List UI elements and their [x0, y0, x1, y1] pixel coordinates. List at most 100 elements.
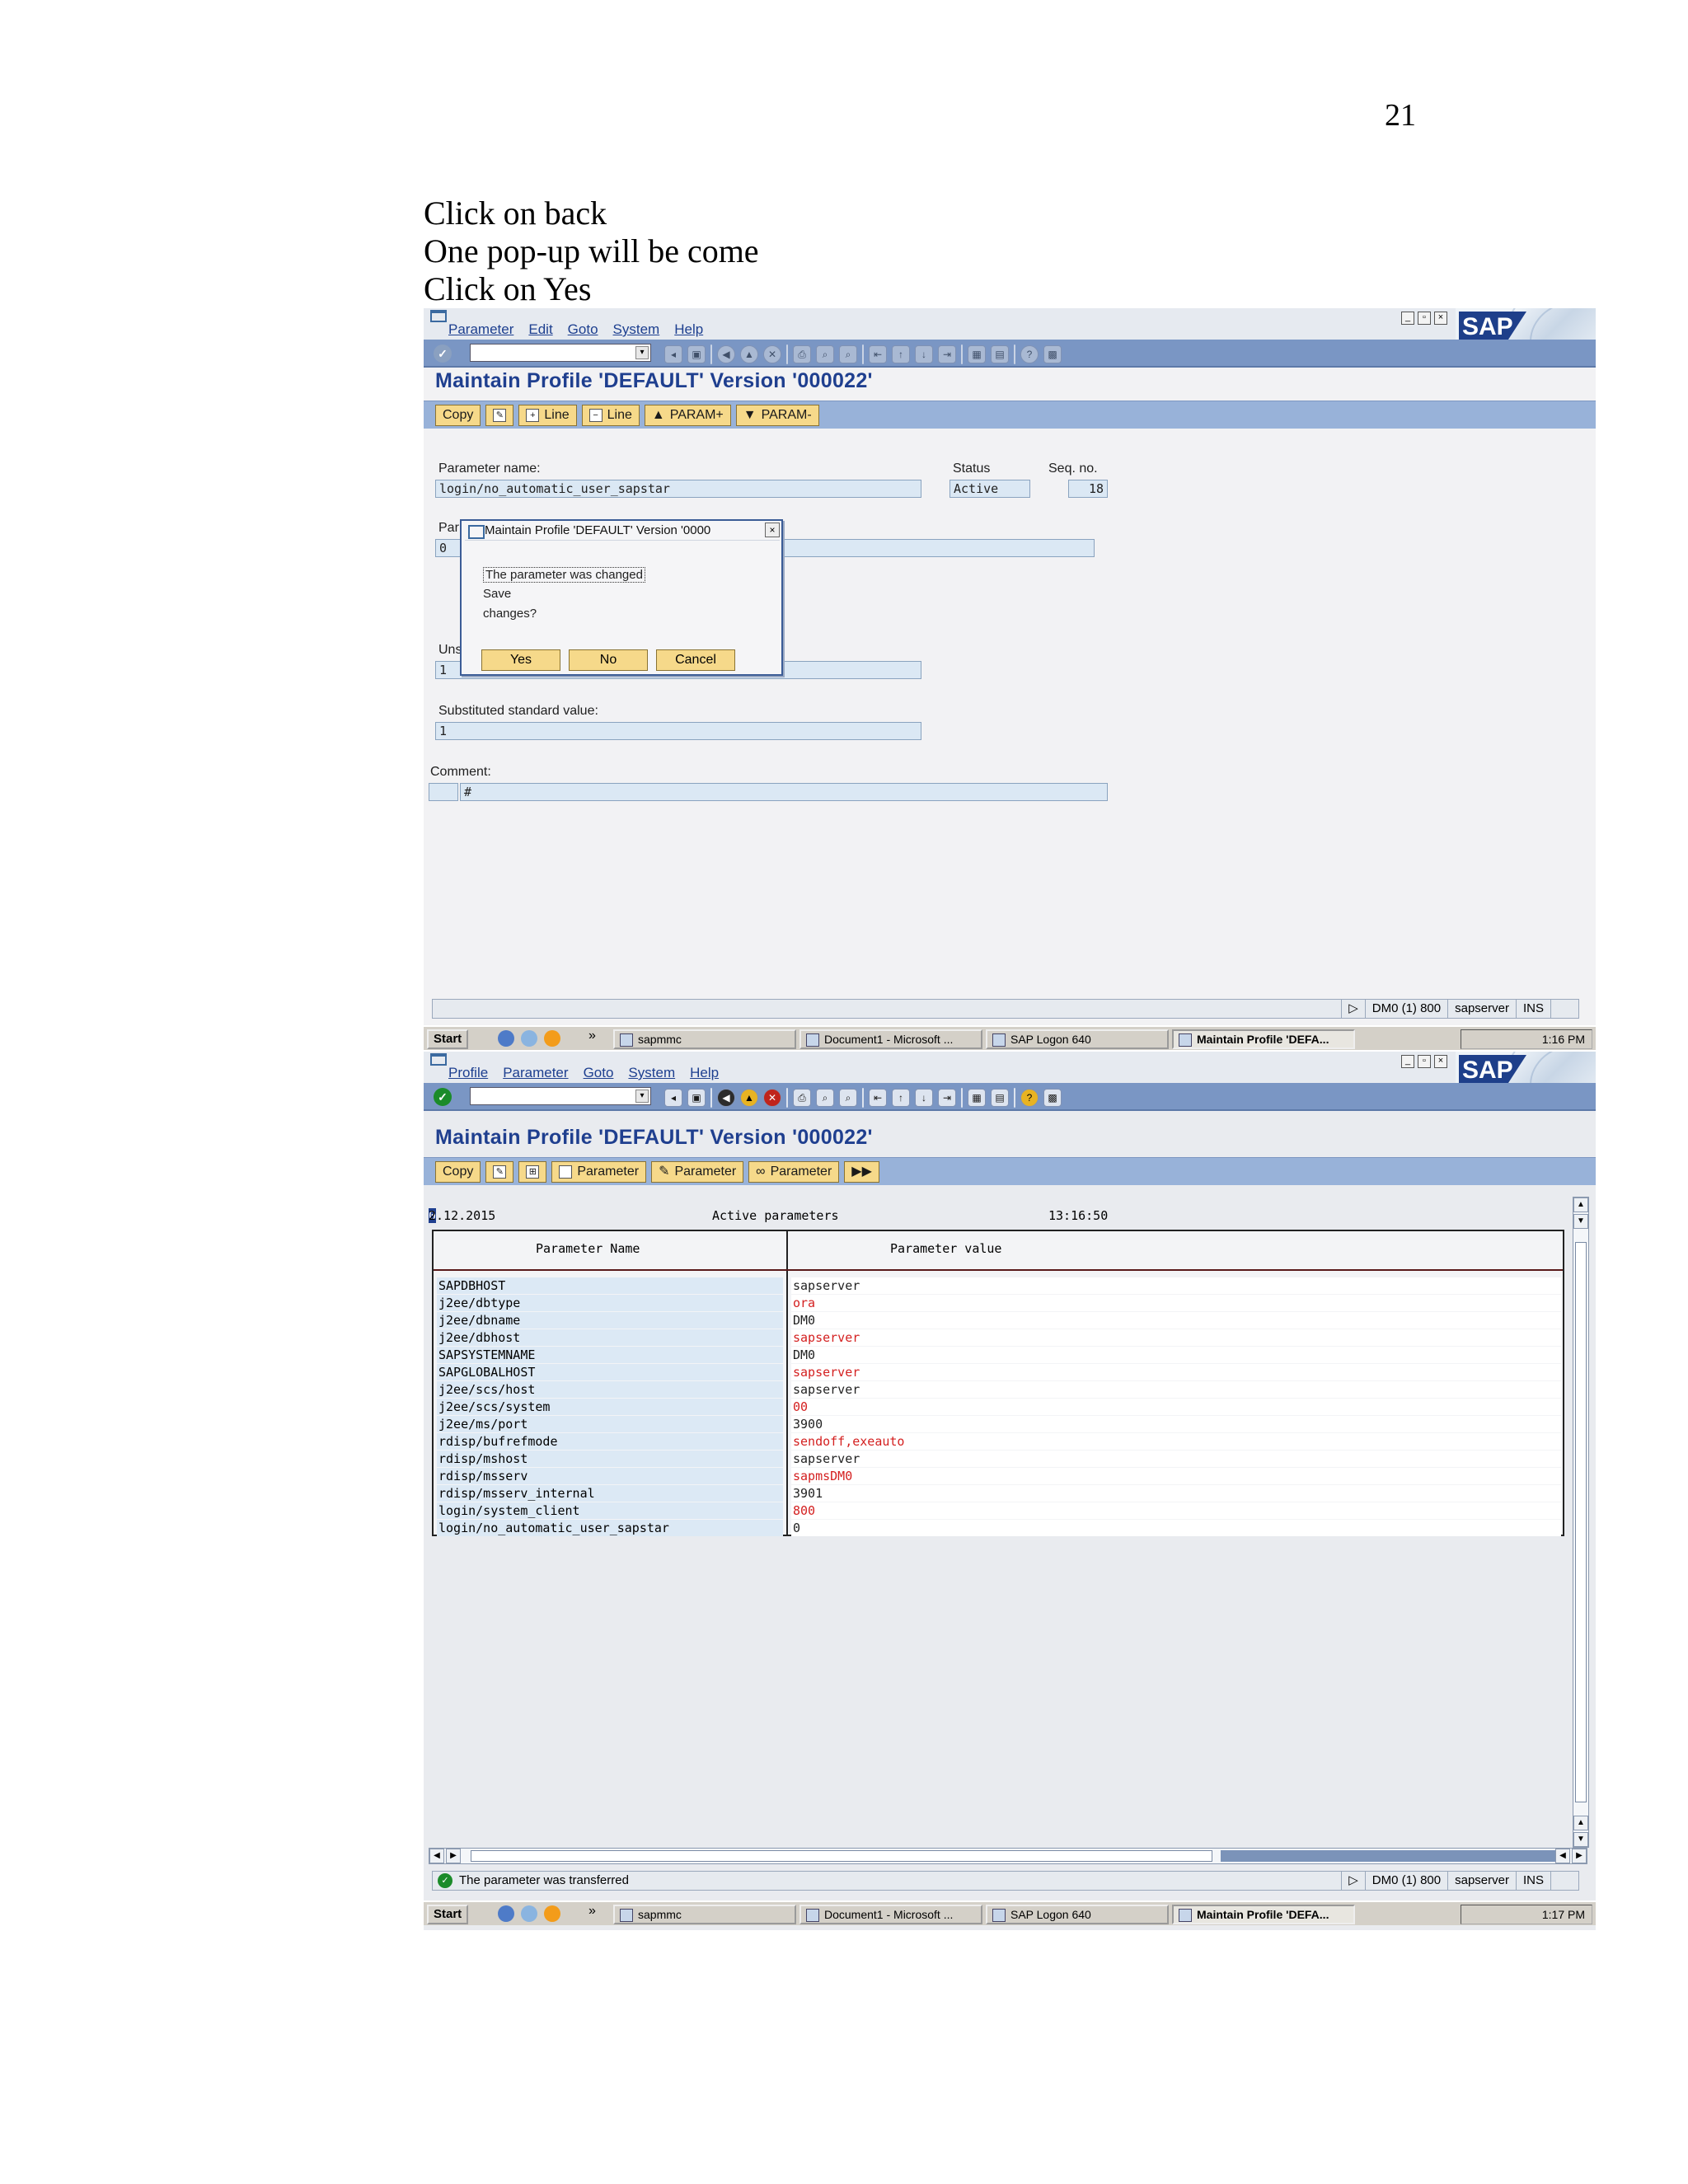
enter-check-icon[interactable]: ✓ — [434, 1088, 452, 1106]
insert-line-button[interactable]: + Line — [518, 405, 577, 426]
next-page-icon[interactable]: ↓ — [915, 345, 933, 363]
copy-button[interactable]: Copy — [435, 405, 481, 426]
table-row[interactable]: SAPSYSTEMNAME DM0 — [434, 1347, 1563, 1364]
find-next-icon[interactable]: ⌕ — [839, 1089, 857, 1107]
quicklaunch-icon[interactable] — [498, 1030, 514, 1047]
task-document1[interactable]: Document1 - Microsoft ... — [799, 1905, 982, 1924]
param-name-field[interactable]: login/no_automatic_user_sapstar — [435, 480, 921, 498]
copy-button[interactable]: Copy — [435, 1161, 481, 1183]
print-icon[interactable]: ⎙ — [793, 345, 811, 363]
param-plus-button[interactable]: ▲ PARAM+ — [644, 405, 731, 426]
menu-help[interactable]: Help — [690, 1065, 719, 1081]
menu-system[interactable]: System — [613, 321, 660, 338]
task-sapmmc[interactable]: sapmmc — [613, 1905, 796, 1924]
vertical-scrollbar[interactable]: ▲ ▼ ▲ ▼ — [1573, 1197, 1589, 1848]
resize-grip-icon[interactable] — [1550, 1000, 1575, 1018]
prev-page-icon[interactable]: ↑ — [892, 345, 910, 363]
help-icon[interactable]: ? — [1020, 345, 1039, 363]
enter-check-icon[interactable]: ✓ — [434, 344, 452, 363]
close-icon[interactable]: × — [1434, 312, 1447, 325]
print-icon[interactable]: ⎙ — [793, 1089, 811, 1107]
exit-icon[interactable]: ▲ — [740, 1089, 758, 1107]
close-icon[interactable]: × — [1434, 1055, 1447, 1068]
find-icon[interactable]: ⌕ — [816, 345, 834, 363]
dropdown-icon[interactable]: ▾ — [635, 1090, 649, 1103]
delete-line-button[interactable]: − Line — [581, 405, 640, 426]
window-menu-icon[interactable] — [430, 310, 447, 322]
quicklaunch-media-icon[interactable] — [544, 1905, 560, 1922]
help-icon[interactable]: ? — [1020, 1089, 1039, 1107]
chevron-icon[interactable]: » — [588, 1904, 596, 1919]
task-maintain-profile[interactable]: Maintain Profile 'DEFA... — [1172, 1029, 1355, 1049]
edit-pencil-button[interactable]: ✎ — [485, 405, 514, 426]
quicklaunch-ie-icon[interactable] — [521, 1905, 537, 1922]
scroll-left-end-icon[interactable]: ◀ — [1555, 1849, 1570, 1863]
shortcut-icon[interactable]: ▤ — [991, 1089, 1009, 1107]
start-button[interactable]: Start — [427, 1029, 469, 1049]
table-row[interactable]: j2ee/scs/host sapserver — [434, 1381, 1563, 1399]
table-row[interactable]: j2ee/dbhost sapserver — [434, 1329, 1563, 1347]
last-page-icon[interactable]: ⇥ — [938, 345, 956, 363]
cancel-icon[interactable]: ✕ — [763, 345, 781, 363]
table-row[interactable]: SAPGLOBALHOST sapserver — [434, 1364, 1563, 1381]
task-sapmmc[interactable]: sapmmc — [613, 1029, 796, 1049]
scroll-down-icon[interactable]: ▲ — [1573, 1816, 1588, 1830]
table-row[interactable]: rdisp/bufrefmode sendoff,exeauto — [434, 1433, 1563, 1451]
task-maintain-profile[interactable]: Maintain Profile 'DEFA... — [1172, 1905, 1355, 1924]
scroll-bottom-icon[interactable]: ▼ — [1573, 1832, 1588, 1847]
scroll-thumb[interactable] — [1575, 1242, 1587, 1802]
minimize-icon[interactable]: _ — [1401, 1055, 1414, 1068]
start-button[interactable]: Start — [427, 1905, 469, 1924]
save-icon[interactable]: ▣ — [687, 1089, 706, 1107]
no-button[interactable]: No — [569, 649, 648, 671]
status-arrow-icon[interactable]: ▷ — [1341, 1000, 1365, 1018]
last-page-icon[interactable]: ⇥ — [938, 1089, 956, 1107]
back-arrow-icon[interactable]: ◂ — [664, 345, 682, 363]
status-arrow-icon[interactable]: ▷ — [1341, 1872, 1365, 1890]
table-row[interactable]: j2ee/dbtype ora — [434, 1295, 1563, 1312]
menu-goto[interactable]: Goto — [584, 1065, 614, 1081]
horizontal-scrollbar[interactable]: ◀ ▶ ◀ ▶ — [429, 1848, 1587, 1864]
scroll-left-icon[interactable]: ◀ — [429, 1849, 444, 1863]
table-row[interactable]: rdisp/msserv sapmsDM0 — [434, 1468, 1563, 1485]
create-parameter-button[interactable]: Parameter — [551, 1161, 647, 1183]
exit-icon[interactable]: ▲ — [740, 345, 758, 363]
cancel-icon[interactable]: ✕ — [763, 1089, 781, 1107]
resize-grip-icon[interactable] — [1550, 1872, 1575, 1890]
scroll-right-end-icon[interactable]: ▶ — [1572, 1849, 1587, 1863]
save-icon[interactable]: ▣ — [687, 345, 706, 363]
quicklaunch-ie-icon[interactable] — [521, 1030, 537, 1047]
cancel-button[interactable]: Cancel — [656, 649, 735, 671]
table-row[interactable]: j2ee/scs/system 00 — [434, 1399, 1563, 1416]
shortcut-icon[interactable]: ▤ — [991, 345, 1009, 363]
chevron-icon[interactable]: » — [588, 1029, 596, 1043]
edit-pencil-button[interactable]: ✎ — [485, 1161, 514, 1183]
find-icon[interactable]: ⌕ — [816, 1089, 834, 1107]
layout-icon[interactable]: ▩ — [1043, 345, 1062, 363]
task-sap-logon[interactable]: SAP Logon 640 — [986, 1029, 1169, 1049]
task-sap-logon[interactable]: SAP Logon 640 — [986, 1905, 1169, 1924]
command-field[interactable]: ▾ — [470, 1087, 651, 1105]
command-field[interactable]: ▾ — [470, 344, 651, 362]
param-minus-button[interactable]: ▼ PARAM- — [735, 405, 819, 426]
dropdown-icon[interactable]: ▾ — [635, 346, 649, 359]
restore-icon[interactable]: ▫ — [1418, 1055, 1431, 1068]
first-page-icon[interactable]: ⇤ — [869, 345, 887, 363]
menu-system[interactable]: System — [628, 1065, 675, 1081]
table-row[interactable]: j2ee/ms/port 3900 — [434, 1416, 1563, 1433]
minimize-icon[interactable]: _ — [1401, 312, 1414, 325]
scroll-up-icon[interactable]: ▼ — [1573, 1214, 1588, 1229]
change-parameter-button[interactable]: ✎ Parameter — [651, 1161, 744, 1183]
yes-button[interactable]: Yes — [481, 649, 560, 671]
layout-icon[interactable]: ▩ — [1043, 1089, 1062, 1107]
find-next-icon[interactable]: ⌕ — [839, 345, 857, 363]
back-arrow-icon[interactable]: ◂ — [664, 1089, 682, 1107]
window-menu-icon[interactable] — [430, 1053, 447, 1066]
table-row[interactable]: rdisp/mshost sapserver — [434, 1451, 1563, 1468]
first-page-icon[interactable]: ⇤ — [869, 1089, 887, 1107]
scroll-top-icon[interactable]: ▲ — [1573, 1197, 1588, 1212]
menu-parameter[interactable]: Parameter — [448, 321, 513, 338]
menu-profile[interactable]: Profile — [448, 1065, 488, 1081]
table-row[interactable]: rdisp/msserv_internal 3901 — [434, 1485, 1563, 1502]
prev-page-icon[interactable]: ↑ — [892, 1089, 910, 1107]
